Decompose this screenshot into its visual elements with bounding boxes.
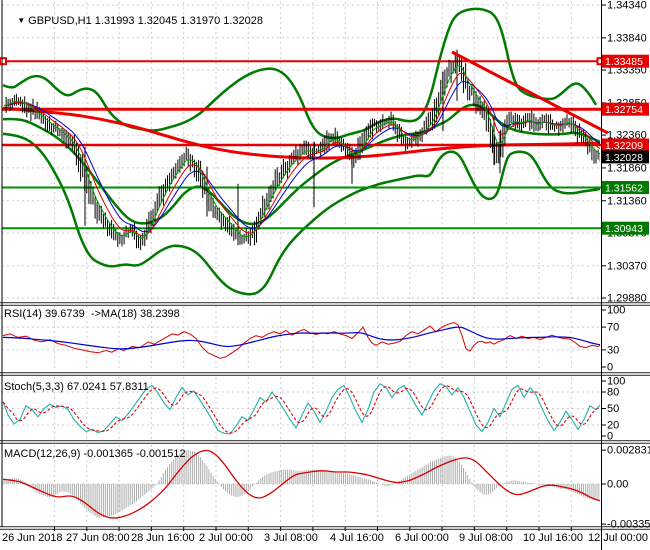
time-axis-label: 2 Jul 00:00	[199, 532, 253, 544]
price-tick-label: 1.31360	[607, 195, 647, 207]
price-tick-label: 1.34340	[607, 0, 647, 12]
time-axis-label: 26 Jun 2018	[2, 532, 63, 544]
price-badge-label: 1.31562	[605, 183, 643, 195]
price-badge-label: 1.33485	[605, 56, 643, 68]
trading-chart-window: 1.343401.338401.333501.328501.323601.318…	[0, 0, 650, 550]
macd-tick-label: -0.003351	[607, 519, 650, 531]
rsi-tick-label: 0	[607, 362, 613, 374]
time-axis-label: 6 Jul 00:00	[395, 532, 449, 544]
time-axis-label: 12 Jul 00:00	[588, 532, 648, 544]
price-tick-label: 1.29880	[607, 293, 647, 305]
stochastic-tick-label: 50	[607, 403, 619, 415]
price-tick-label: 1.33840	[607, 32, 647, 44]
time-axis-label: 4 Jul 16:00	[330, 532, 384, 544]
level-endpoint-marker	[0, 57, 7, 66]
price-badge-label: 1.32028	[605, 152, 643, 164]
price-tick-label: 1.30370	[607, 260, 647, 272]
price-badge-label: 1.30943	[605, 223, 643, 235]
price-badge-label: 1.32209	[605, 140, 643, 152]
rsi-tick-label: 70	[607, 322, 619, 334]
price-badge-label: 1.32754	[605, 104, 643, 116]
macd-tick-label: 0.002831	[607, 445, 650, 457]
time-axis-label: 28 Jun 16:00	[131, 532, 195, 544]
rsi-tick-label: 100	[607, 305, 625, 317]
stochastic-tick-label: 80	[607, 387, 619, 399]
stochastic-tick-label: 0	[607, 431, 613, 443]
time-axis-label: 27 Jun 08:00	[66, 532, 130, 544]
rsi-tick-label: 30	[607, 344, 619, 356]
chart-canvas: 1.343401.338401.333501.328501.323601.318…	[0, 0, 650, 550]
price-tick-label: 1.31860	[607, 162, 647, 174]
time-axis-label: 3 Jul 08:00	[264, 532, 318, 544]
time-axis-label: 9 Jul 08:00	[459, 532, 513, 544]
time-axis-label: 10 Jul 16:00	[523, 532, 583, 544]
macd-tick-label: 0.00	[607, 479, 628, 491]
